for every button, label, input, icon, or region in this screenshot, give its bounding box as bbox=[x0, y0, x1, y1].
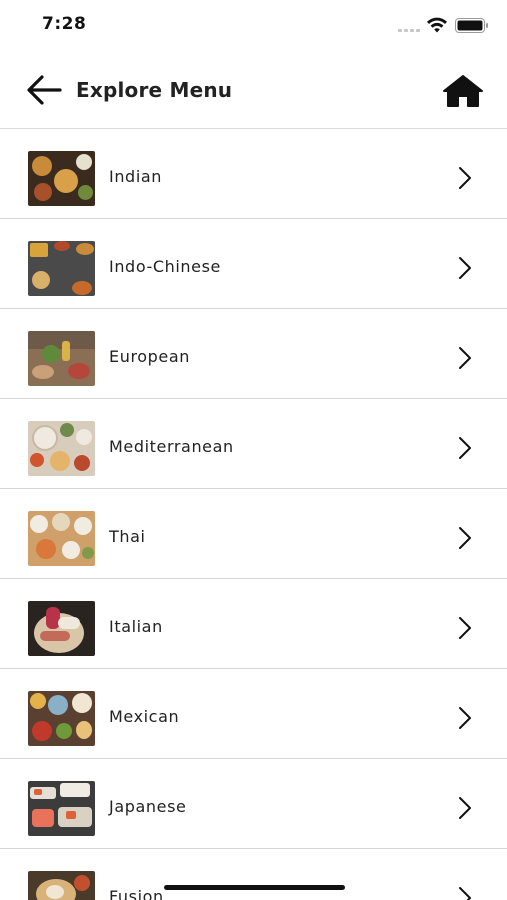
menu-item-label: Indo-Chinese bbox=[109, 257, 221, 276]
menu-item-label: Italian bbox=[109, 617, 163, 636]
chevron-right-icon bbox=[459, 617, 471, 639]
cuisine-thumbnail bbox=[28, 331, 95, 386]
menu-item-indo-chinese[interactable]: Indo-Chinese bbox=[0, 219, 507, 309]
cuisine-thumbnail bbox=[28, 151, 95, 206]
cellular-signal-icon bbox=[398, 26, 422, 32]
wifi-icon bbox=[427, 17, 447, 33]
cuisine-thumbnail bbox=[28, 421, 95, 476]
menu-item-label: Fusion bbox=[109, 887, 164, 900]
cuisine-thumbnail bbox=[28, 601, 95, 656]
chevron-right-icon bbox=[459, 707, 471, 729]
chevron-right-icon bbox=[459, 257, 471, 279]
chevron-right-icon bbox=[459, 347, 471, 369]
cuisine-list: Indian Indo-Chinese European Mediterrane… bbox=[0, 129, 507, 900]
arrow-left-icon bbox=[27, 75, 62, 105]
home-icon bbox=[443, 75, 483, 107]
menu-item-thai[interactable]: Thai bbox=[0, 489, 507, 579]
menu-item-italian[interactable]: Italian bbox=[0, 579, 507, 669]
page-title: Explore Menu bbox=[76, 78, 233, 102]
menu-item-label: Thai bbox=[109, 527, 146, 546]
menu-item-european[interactable]: European bbox=[0, 309, 507, 399]
home-button[interactable] bbox=[440, 72, 486, 110]
cuisine-thumbnail bbox=[28, 511, 95, 566]
chevron-right-icon bbox=[459, 167, 471, 189]
back-button[interactable] bbox=[22, 72, 64, 108]
cuisine-thumbnail bbox=[28, 781, 95, 836]
status-time: 7:28 bbox=[42, 14, 87, 34]
menu-item-label: European bbox=[109, 347, 191, 366]
menu-item-mexican[interactable]: Mexican bbox=[0, 669, 507, 759]
menu-item-mediterranean[interactable]: Mediterranean bbox=[0, 399, 507, 489]
menu-item-fusion[interactable]: Fusion bbox=[0, 849, 507, 900]
chevron-right-icon bbox=[459, 887, 471, 900]
menu-item-label: Mediterranean bbox=[109, 437, 234, 456]
chevron-right-icon bbox=[459, 527, 471, 549]
menu-item-japanese[interactable]: Japanese bbox=[0, 759, 507, 849]
home-indicator[interactable] bbox=[164, 885, 345, 890]
menu-item-indian[interactable]: Indian bbox=[0, 129, 507, 219]
menu-item-label: Indian bbox=[109, 167, 163, 186]
menu-item-label: Japanese bbox=[109, 797, 187, 816]
chevron-right-icon bbox=[459, 437, 471, 459]
cuisine-thumbnail bbox=[28, 241, 95, 296]
battery-icon bbox=[455, 18, 488, 33]
cuisine-thumbnail bbox=[28, 691, 95, 746]
status-bar: 7:28 bbox=[0, 0, 507, 52]
menu-item-label: Mexican bbox=[109, 707, 180, 726]
app-header: Explore Menu bbox=[0, 52, 507, 129]
chevron-right-icon bbox=[459, 797, 471, 819]
cuisine-thumbnail bbox=[28, 871, 95, 900]
